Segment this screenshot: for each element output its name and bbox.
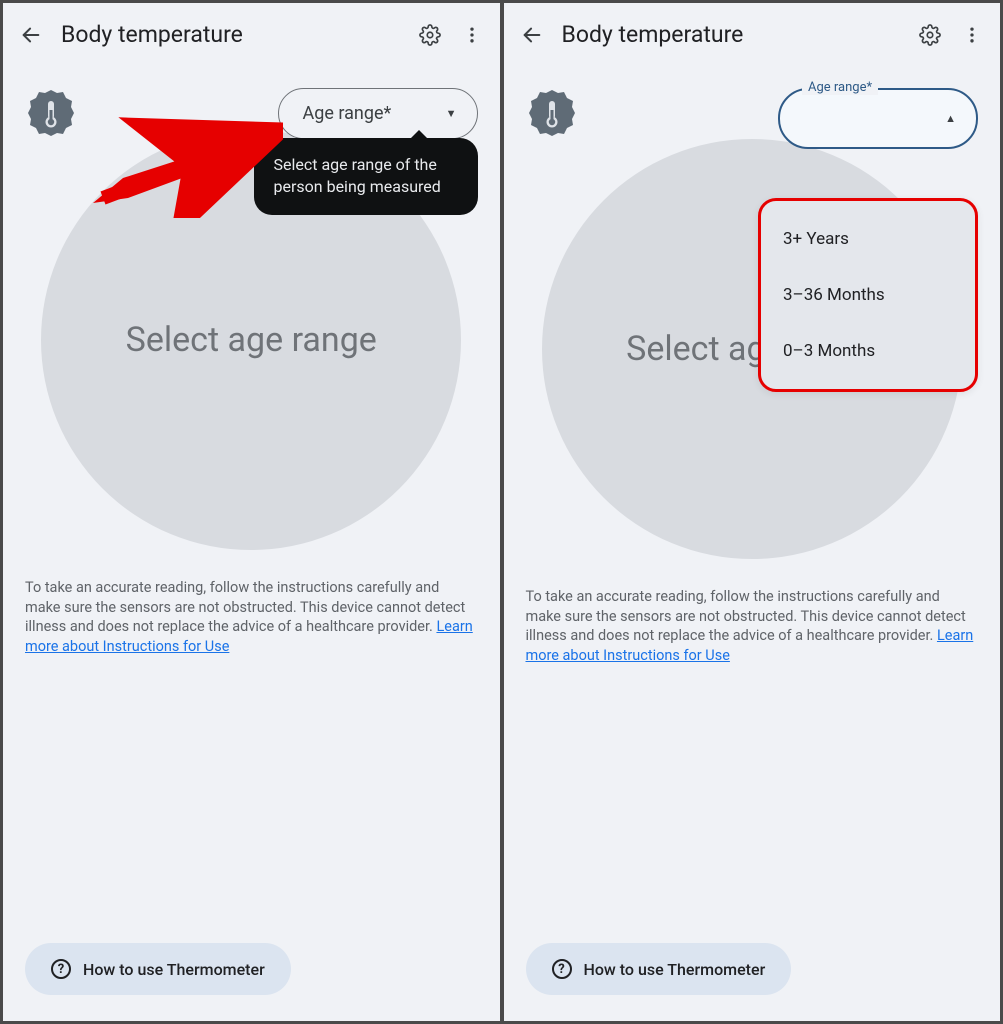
how-to-use-label: How to use Thermometer [584,960,766,979]
disclaimer-text: To take an accurate reading, follow the … [3,550,500,656]
top-bar: Body temperature [3,3,500,58]
how-to-use-chip[interactable]: ? How to use Thermometer [25,943,291,995]
thermo-row: Age range* ▼ Select age range of the per… [3,58,500,140]
more-icon[interactable] [460,23,484,47]
disclaimer-text: To take an accurate reading, follow the … [504,559,1001,665]
how-to-use-label: How to use Thermometer [83,960,265,979]
age-range-dropdown[interactable]: Age range* ▲ [778,88,978,149]
age-range-dropdown[interactable]: Age range* ▼ [278,88,478,139]
help-icon: ? [552,959,572,979]
screenshot-right: Body temperature Age range* ▲ 3+ Years 3… [504,3,1001,1021]
age-range-label: Age range* [303,103,392,124]
age-option-0-3m[interactable]: 0–3 Months [761,323,975,379]
page-title: Body temperature [562,21,901,48]
back-icon[interactable] [19,23,43,47]
chevron-down-icon: ▼ [446,107,457,120]
help-icon: ? [51,959,71,979]
page-title: Body temperature [61,21,400,48]
top-bar: Body temperature [504,3,1001,58]
thermometer-badge-icon [25,88,77,140]
thermometer-badge-icon [526,88,578,140]
gear-icon[interactable] [418,23,442,47]
screenshot-left: Body temperature Age range* ▼ Select age… [3,3,500,1021]
back-icon[interactable] [520,23,544,47]
how-to-use-chip[interactable]: ? How to use Thermometer [526,943,792,995]
chevron-up-icon: ▲ [945,112,956,125]
age-range-tooltip: Select age range of the person being mea… [254,138,478,215]
age-option-3plus[interactable]: 3+ Years [761,211,975,267]
age-range-floating-label: Age range* [802,80,878,95]
gear-icon[interactable] [918,23,942,47]
age-option-3-36m[interactable]: 3–36 Months [761,267,975,323]
age-range-menu: 3+ Years 3–36 Months 0–3 Months [758,198,978,392]
thermo-row: Age range* ▲ [504,58,1001,149]
more-icon[interactable] [960,23,984,47]
reading-placeholder-text: Select age range [126,320,377,360]
